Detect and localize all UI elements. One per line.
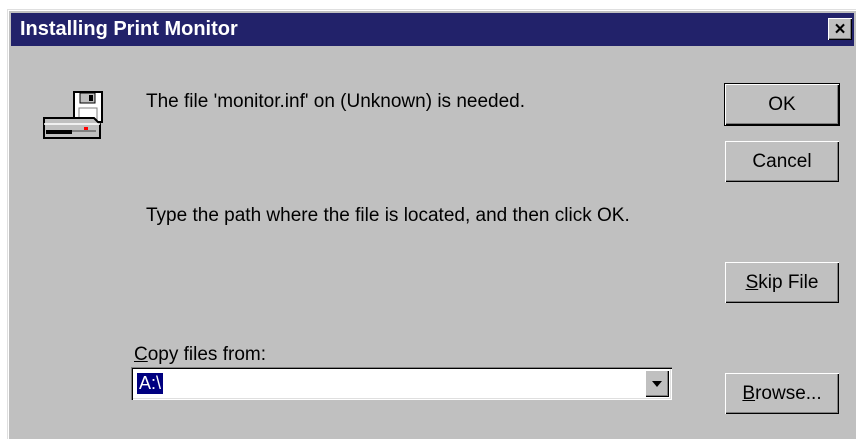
path-combobox[interactable]: A:\ — [131, 367, 672, 400]
message-text: The file 'monitor.inf' on (Unknown) is n… — [146, 91, 526, 112]
cancel-button-label: Cancel — [752, 150, 812, 172]
browse-button-label: Browse... — [742, 383, 821, 405]
copy-files-label-mnemonic: C — [134, 344, 148, 365]
ok-button[interactable]: OK — [725, 84, 839, 125]
browse-mnemonic: B — [742, 382, 756, 404]
cancel-button[interactable]: Cancel — [725, 141, 839, 182]
floppy-disk-drive-icon — [43, 91, 103, 139]
browse-rest: rowse... — [755, 382, 822, 404]
title-bar[interactable]: Installing Print Monitor × — [11, 13, 854, 46]
path-input[interactable]: A:\ — [137, 373, 164, 394]
copy-files-label: Copy files from: — [134, 343, 266, 366]
skip-file-button-label: Skip File — [746, 272, 819, 294]
skip-file-mnemonic: S — [745, 271, 759, 293]
chevron-down-icon[interactable] — [645, 370, 669, 397]
instruction-text: Type the path where the file is located,… — [146, 205, 630, 226]
skip-file-rest: kip File — [758, 271, 819, 293]
ok-button-label: OK — [768, 93, 796, 115]
close-icon: × — [834, 18, 846, 40]
copy-files-label-rest: opy files from: — [147, 344, 266, 365]
browse-button[interactable]: Browse... — [725, 373, 839, 414]
close-button[interactable]: × — [828, 18, 852, 40]
skip-file-button[interactable]: Skip File — [725, 262, 839, 303]
window-title: Installing Print Monitor — [20, 18, 238, 40]
